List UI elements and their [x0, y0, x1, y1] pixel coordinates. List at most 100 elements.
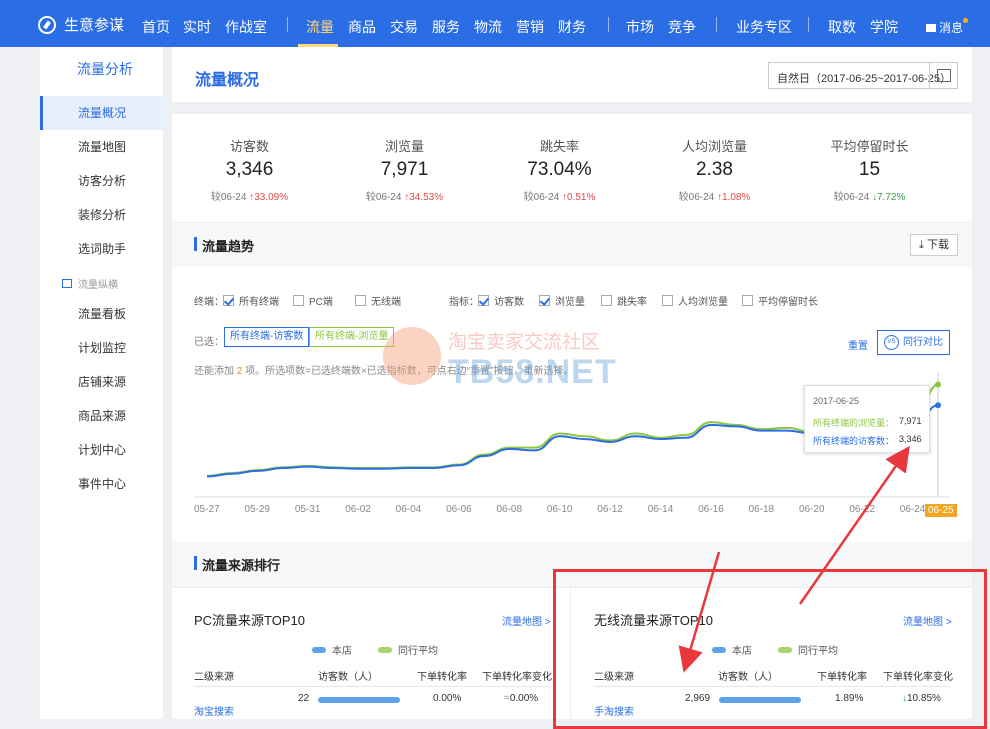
section-marker — [194, 556, 197, 570]
nav-service[interactable]: 服务 — [432, 17, 460, 37]
sidebar-item-traffic-board[interactable]: 流量看板 — [40, 297, 163, 331]
series-point-1[interactable] — [935, 402, 941, 409]
sidebar-item-overview[interactable]: 流量概况 — [40, 96, 163, 130]
brand-logo[interactable]: 生意参谋 — [38, 14, 124, 35]
sidebar-item-plan-monitor[interactable]: 计划监控 — [40, 331, 163, 365]
sidebar-title: 流量分析 — [77, 61, 133, 77]
messages-label: 消息 — [939, 21, 964, 35]
nav-traffic[interactable]: 流量 — [306, 17, 334, 37]
brand-name: 生意参谋 — [64, 17, 125, 34]
source-row-rate: 0.00% — [433, 693, 462, 704]
series-point-0[interactable] — [935, 381, 941, 388]
kpi-label: 人均浏览量 — [681, 139, 747, 154]
notification-dot — [963, 18, 968, 23]
chart-tooltip: 2017-06-25 所有终端的浏览量： 7,971 所有终端的访客数： 3,3… — [804, 385, 930, 453]
page-header: 流量概况 自然日（2017-06-25~2017-06-25） — [172, 47, 972, 102]
kpi-compare: 较06-24 ↓7.72% — [833, 192, 906, 203]
x-tick-label: 06-25 — [925, 504, 957, 517]
download-button[interactable]: ⤓ 下载 — [910, 234, 958, 256]
nav-logistics[interactable]: 物流 — [474, 17, 502, 37]
tooltip-pv-label: 所有终端的浏览量： — [813, 418, 895, 428]
col-header-rate: 下单转化率 — [417, 672, 467, 683]
pc-sources: PC流量来源TOP10 流量地图 > 本店 同行平均 二级来源 访客数（人） 下… — [172, 588, 571, 719]
annotation-red-box — [553, 569, 987, 729]
sidebar-item-event-center[interactable]: 事件中心 — [40, 467, 163, 501]
nav-products[interactable]: 商品 — [348, 17, 376, 37]
kpi-compare: 较06-24 ↑34.53% — [365, 192, 444, 203]
x-tick-label: 06-20 — [798, 504, 825, 515]
nav-academy[interactable]: 学院 — [870, 17, 898, 37]
trend-panel: 终端： 所有终端 PC端 无线端 指标： 访客数 浏览量 跳失率 人均浏览量 平… — [172, 267, 972, 542]
tooltip-pv-value: 7,971 — [899, 416, 922, 426]
sidebar-group-label: 流量纵横 — [78, 280, 118, 291]
tooltip-uv-value: 3,346 — [899, 434, 922, 444]
sidebar-item-traffic-map[interactable]: 流量地图 — [40, 130, 163, 164]
nav-war-room[interactable]: 作战室 — [225, 17, 267, 37]
nav-separator — [287, 17, 288, 32]
watermark: 淘宝卖家交流社区 TB58.NET — [383, 327, 633, 397]
sidebar-item-product-source[interactable]: 商品来源 — [40, 399, 163, 433]
date-range-picker[interactable]: 自然日（2017-06-25~2017-06-25） — [768, 62, 958, 89]
x-tick-label: 06-10 — [546, 504, 573, 515]
kpi-label: 跳失率 — [539, 139, 579, 154]
visitor-bar — [318, 697, 400, 703]
x-tick-label: 06-16 — [698, 504, 724, 515]
nav-marketing[interactable]: 营销 — [516, 17, 544, 37]
col-header-rate-change: 下单转化率变化 — [482, 672, 552, 683]
divider — [194, 686, 550, 687]
kpi-compare: 较06-24 ↑1.08% — [678, 192, 751, 203]
nav-transactions[interactable]: 交易 — [390, 17, 418, 37]
kpi-panel: 访客数 3,346 较06-24 ↑33.09% 浏览量 7,971 较06-2… — [172, 114, 972, 222]
section-marker — [194, 237, 197, 251]
download-icon: ⤓ — [919, 239, 924, 251]
nav-market[interactable]: 市场 — [626, 17, 654, 37]
pc-legend: 本店 同行平均 — [312, 642, 438, 657]
nav-business-zone[interactable]: 业务专区 — [736, 17, 792, 37]
col-header-visitors: 访客数（人） — [318, 672, 378, 683]
page-title: 流量概况 — [195, 72, 260, 89]
sidebar-item-decoration-analysis[interactable]: 装修分析 — [40, 198, 163, 232]
sidebar-item-store-source[interactable]: 店铺来源 — [40, 365, 163, 399]
nav-separator — [716, 17, 717, 32]
pc-traffic-map-link[interactable]: 流量地图 > — [502, 613, 551, 628]
watermark-en: TB58.NET — [448, 353, 617, 391]
x-tick-label: 06-06 — [446, 504, 472, 515]
kpi-label: 平均停留时长 — [830, 139, 909, 154]
tooltip-uv-label: 所有终端的访客数： — [813, 436, 895, 446]
col-header-source: 二级来源 — [194, 672, 234, 683]
sidebar-group: 流量纵横 — [62, 276, 118, 291]
messages-button[interactable]: 消息 — [926, 18, 968, 36]
trend-section-header: 流量趋势 ⤓ 下载 — [172, 223, 972, 267]
source-row-name[interactable]: 淘宝搜索 — [194, 703, 234, 718]
sidebar-item-visitor-analysis[interactable]: 访客分析 — [40, 164, 163, 198]
nav-home[interactable]: 首页 — [142, 17, 170, 37]
sidebar-item-keyword-helper[interactable]: 选词助手 — [40, 232, 163, 266]
nav-realtime[interactable]: 实时 — [183, 17, 211, 37]
calendar-icon[interactable] — [929, 63, 957, 88]
source-row-visitors: 22 — [298, 693, 310, 704]
top-navigation-bar: 生意参谋 首页 实时 作战室 流量 商品 交易 服务 物流 营销 财务 市场 竞… — [0, 0, 990, 47]
compass-icon — [38, 15, 56, 34]
pc-sources-title: PC流量来源TOP10 — [194, 613, 306, 628]
tooltip-date: 2017-06-25 — [813, 396, 860, 406]
x-tick-label: 06-02 — [345, 504, 371, 515]
kpi-label: 访客数 — [229, 139, 269, 154]
nav-competition[interactable]: 竞争 — [668, 17, 696, 37]
x-tick-label: 06-14 — [647, 504, 674, 515]
kpi-value: 3,346 — [225, 159, 274, 180]
x-tick-label: 06-18 — [748, 504, 775, 515]
kpi-value: 15 — [858, 159, 881, 180]
x-tick-label: 06-08 — [496, 504, 523, 515]
nav-finance[interactable]: 财务 — [558, 17, 586, 37]
nav-data-fetch[interactable]: 取数 — [828, 17, 856, 37]
x-tick-label: 06-22 — [849, 504, 875, 515]
grid-icon — [62, 279, 72, 288]
x-tick-label: 05-29 — [244, 504, 270, 515]
nav-separator — [808, 17, 809, 32]
legend-swatch-own — [312, 646, 326, 653]
kpi-value: 7,971 — [380, 159, 429, 180]
sidebar-item-plan-center[interactable]: 计划中心 — [40, 433, 163, 467]
watermark-cn: 淘宝卖家交流社区 — [448, 332, 601, 353]
sidebar: 流量分析 流量概况 流量地图 访客分析 装修分析 选词助手 流量纵横 流量看板 … — [40, 47, 163, 719]
kpi-compare: 较06-24 ↑33.09% — [210, 192, 289, 203]
